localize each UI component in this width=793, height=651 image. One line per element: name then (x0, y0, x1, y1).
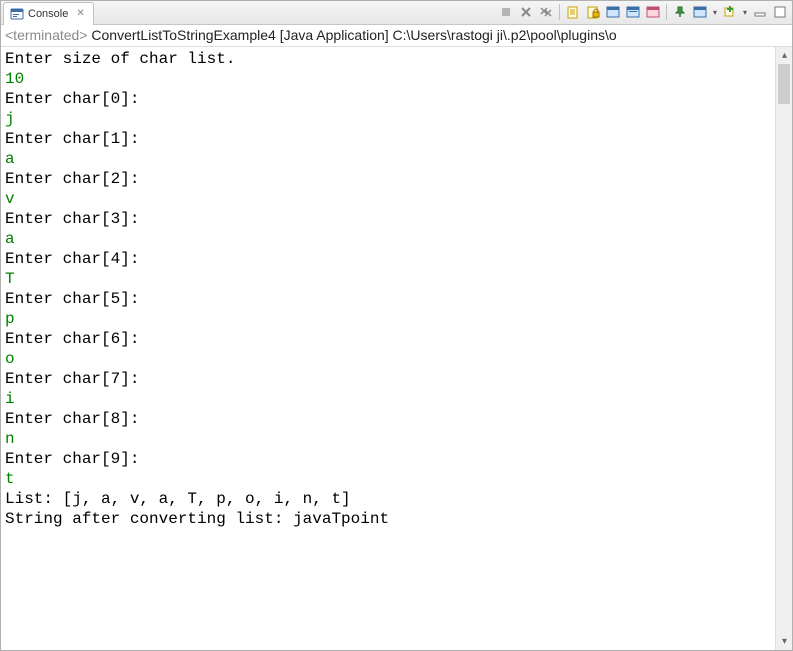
tab-bar: Console ✕ (1, 1, 792, 25)
console-input-line: T (5, 270, 15, 288)
console-output-line: Enter char[8]: (5, 410, 139, 428)
console-output-line: String after converting list: javaTpoint (5, 510, 389, 528)
console-output-line: Enter char[2]: (5, 170, 139, 188)
scroll-up-button[interactable]: ▴ (776, 47, 792, 64)
console-area: Enter size of char list. 10 Enter char[0… (1, 46, 792, 650)
maximize-button[interactable] (771, 3, 789, 21)
console-output-line: Enter char[1]: (5, 130, 139, 148)
console-output-line: Enter char[4]: (5, 250, 139, 268)
console-icon (10, 7, 24, 21)
remove-all-button[interactable] (537, 3, 555, 21)
scroll-thumb[interactable] (778, 64, 790, 104)
console-input-line: j (5, 110, 15, 128)
remove-launch-button[interactable] (517, 3, 535, 21)
show-when-write-err-button[interactable] (624, 3, 642, 21)
open-console-dropdown[interactable]: ▾ (741, 8, 749, 17)
toolbar-separator (559, 4, 560, 20)
console-input-line: 10 (5, 70, 24, 88)
console-input-line: o (5, 350, 15, 368)
console-output-line: Enter char[0]: (5, 90, 139, 108)
open-console-button[interactable] (721, 3, 739, 21)
show-when-write-out-button[interactable] (604, 3, 622, 21)
toolbar-separator (666, 4, 667, 20)
word-wrap-button[interactable] (644, 3, 662, 21)
console-input-line: v (5, 190, 15, 208)
status-prefix: <terminated> (5, 27, 88, 43)
console-output-line: Enter char[3]: (5, 210, 139, 228)
pin-console-button[interactable] (671, 3, 689, 21)
console-output[interactable]: Enter size of char list. 10 Enter char[0… (1, 47, 775, 650)
clear-console-button[interactable] (564, 3, 582, 21)
console-input-line: a (5, 150, 15, 168)
console-input-line: t (5, 470, 15, 488)
display-selected-console-button[interactable] (691, 3, 709, 21)
console-input-line: p (5, 310, 15, 328)
toolbar: ▾ ▾ (497, 3, 789, 21)
terminate-button[interactable] (497, 3, 515, 21)
view-container: Console ✕ (0, 0, 793, 651)
console-input-line: n (5, 430, 15, 448)
tab-title: Console (28, 8, 68, 20)
console-output-line: Enter size of char list. (5, 50, 235, 68)
console-output-line: Enter char[5]: (5, 290, 139, 308)
console-output-line: List: [j, a, v, a, T, p, o, i, n, t] (5, 490, 351, 508)
display-console-dropdown[interactable]: ▾ (711, 8, 719, 17)
console-output-line: Enter char[6]: (5, 330, 139, 348)
tab-close-icon[interactable]: ✕ (76, 8, 84, 19)
console-tab[interactable]: Console ✕ (3, 2, 94, 25)
scroll-down-button[interactable]: ▾ (776, 633, 792, 650)
status-text: ConvertListToStringExample4 [Java Applic… (88, 27, 617, 43)
console-output-line: Enter char[7]: (5, 370, 139, 388)
console-input-line: a (5, 230, 15, 248)
launch-status: <terminated> ConvertListToStringExample4… (1, 25, 792, 46)
console-output-line: Enter char[9]: (5, 450, 139, 468)
minimize-button[interactable] (751, 3, 769, 21)
console-input-line: i (5, 390, 15, 408)
vertical-scrollbar[interactable]: ▴ ▾ (775, 47, 792, 650)
scroll-lock-button[interactable] (584, 3, 602, 21)
